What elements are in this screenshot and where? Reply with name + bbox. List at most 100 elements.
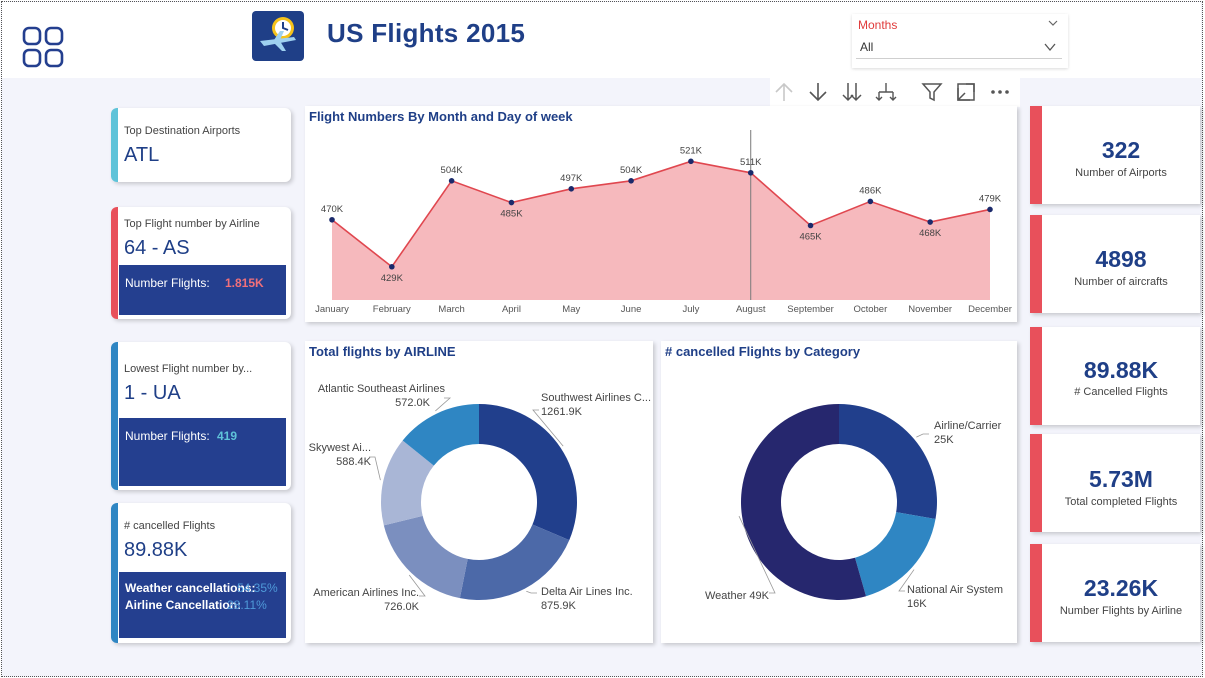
x-tick-label: October	[853, 304, 887, 315]
card-value: 89.88K	[124, 539, 188, 561]
data-point[interactable]	[688, 158, 694, 165]
kpi-card-airports: 322 Number of Airports	[1030, 106, 1200, 204]
cancel-category-donut-chart[interactable]: Airline/Carrier 25K National Air System 16K…	[661, 341, 1017, 643]
kpi-card-flights-by-airline: 23.26K Number Flights by Airline	[1030, 544, 1200, 642]
slicer-dropdown[interactable]: All	[856, 37, 1062, 59]
area-fill	[332, 161, 990, 300]
expand-hierarchy-icon[interactable]	[874, 80, 898, 104]
kpi-card-completed: 5.73M Total completed Flights	[1030, 434, 1200, 532]
data-point[interactable]	[568, 186, 575, 192]
months-slicer[interactable]: Months All	[852, 14, 1068, 68]
band-value: 1.815K	[225, 276, 264, 290]
leader-line	[916, 433, 929, 438]
data-label: 465K	[799, 232, 822, 243]
slice-value-label: 588.4K	[336, 456, 372, 468]
data-label: 486K	[859, 185, 882, 196]
slice-value-label: 16K	[907, 598, 927, 610]
monthly-area-chart[interactable]: 470K January 429K February 504K March 485K Apri…	[305, 106, 1017, 322]
kpi-card-aircrafts: 4898 Number of aircrafts	[1030, 215, 1200, 313]
slice-label: Southwest Airlines C...	[541, 392, 651, 404]
chevron-down-icon[interactable]	[1044, 42, 1056, 52]
data-point[interactable]	[987, 206, 993, 213]
cancelled-flights-card: # cancelled Flights 89.88K Weather cance…	[111, 503, 291, 643]
kpi-accent	[1030, 434, 1042, 532]
leader-line	[526, 590, 537, 594]
card-value: 64 - AS	[124, 237, 190, 259]
x-tick-label: June	[621, 304, 642, 315]
cancel-category-panel[interactable]: # cancelled Flights by Category Airline/…	[661, 341, 1017, 643]
band-label: Number Flights:	[125, 429, 210, 443]
data-point[interactable]	[508, 199, 515, 206]
card-label: Top Destination Airports	[124, 125, 241, 137]
data-point[interactable]	[747, 169, 754, 176]
data-point[interactable]	[389, 263, 395, 270]
slice-label: National Air System	[907, 584, 1003, 596]
slice-value-label: 726.0K	[384, 601, 420, 613]
app-grid-icon[interactable]	[22, 26, 64, 68]
x-tick-label: February	[373, 304, 411, 315]
arrow-up-icon[interactable]	[772, 80, 796, 104]
card-label: # cancelled Flights	[124, 520, 216, 532]
kpi-label: Number of aircrafts	[1074, 276, 1168, 288]
filter-icon[interactable]	[920, 80, 944, 104]
card-accent	[111, 207, 118, 319]
kpi-label: # Cancelled Flights	[1074, 386, 1168, 398]
x-tick-label: March	[438, 304, 464, 315]
double-arrow-down-icon[interactable]	[840, 80, 864, 104]
x-tick-label: September	[787, 304, 833, 315]
leader-line	[435, 397, 452, 412]
data-label: 468K	[919, 228, 942, 239]
card-value: ATL	[124, 144, 160, 166]
data-point[interactable]	[329, 216, 335, 223]
weather-cancel-label: Weather cancellations:	[125, 581, 256, 595]
donut-slice[interactable]	[839, 404, 937, 520]
slice-label: Skywest Ai...	[309, 442, 371, 454]
kpi-value: 23.26K	[1083, 575, 1159, 601]
kpi-value: 89.88K	[1083, 357, 1159, 383]
slicer-selected-value: All	[860, 40, 874, 54]
visual-header-toolbar	[770, 77, 1020, 107]
slice-label: Delta Air Lines Inc.	[541, 586, 633, 598]
top-airline-card: Top Flight number by Airline 64 - AS Num…	[111, 207, 291, 319]
kpi-accent	[1030, 544, 1042, 642]
kpi-value: 322	[1101, 137, 1141, 163]
card-band: Number Flights: 419	[119, 418, 286, 486]
donut-slice[interactable]	[383, 515, 468, 599]
kpi-value: 4898	[1095, 246, 1147, 272]
arrow-down-icon[interactable]	[806, 80, 830, 104]
donut-slice[interactable]	[479, 404, 577, 541]
data-point[interactable]	[927, 219, 933, 225]
data-point[interactable]	[448, 178, 455, 184]
data-label: 429K	[381, 273, 404, 284]
band-label: Number Flights:	[125, 276, 210, 290]
x-tick-label: December	[968, 304, 1012, 315]
x-tick-label: November	[908, 304, 952, 315]
data-label: 485K	[500, 209, 523, 220]
kpi-accent	[1030, 106, 1042, 204]
slice-value-label: 572.0K	[395, 397, 431, 409]
card-label: Lowest Flight number by...	[124, 363, 253, 375]
more-options-icon[interactable]	[988, 80, 1012, 104]
monthly-flights-panel[interactable]: Flight Numbers By Month and Day of week …	[305, 106, 1017, 322]
slice-label: Weather 49K	[705, 590, 770, 602]
slice-value-label: 1261.9K	[541, 406, 583, 418]
top-destination-card: Top Destination Airports ATL	[111, 108, 291, 182]
airplane-clock-logo-icon	[252, 11, 304, 61]
card-label: Top Flight number by Airline	[124, 218, 260, 230]
kpi-accent	[1030, 215, 1042, 313]
slice-label: Airline/Carrier	[934, 420, 1002, 432]
airline-donut-chart[interactable]: Southwest Airlines C... 1261.9K Delta Air …	[305, 341, 653, 643]
x-tick-label: August	[736, 304, 766, 315]
data-label: 521K	[680, 145, 703, 156]
kpi-accent	[1030, 327, 1042, 425]
focus-mode-icon[interactable]	[954, 80, 978, 104]
card-band: Number Flights: 1.815K	[119, 265, 286, 315]
data-label: 504K	[441, 165, 464, 176]
data-point[interactable]	[628, 178, 634, 184]
data-point[interactable]	[807, 222, 814, 229]
x-tick-label: July	[682, 304, 699, 315]
data-point[interactable]	[867, 198, 874, 205]
airline-donut-panel[interactable]: Total flights by AIRLINE Southwest Airli…	[305, 341, 653, 643]
chevron-down-icon[interactable]	[1048, 18, 1058, 28]
slice-value-label: 25K	[934, 434, 954, 446]
